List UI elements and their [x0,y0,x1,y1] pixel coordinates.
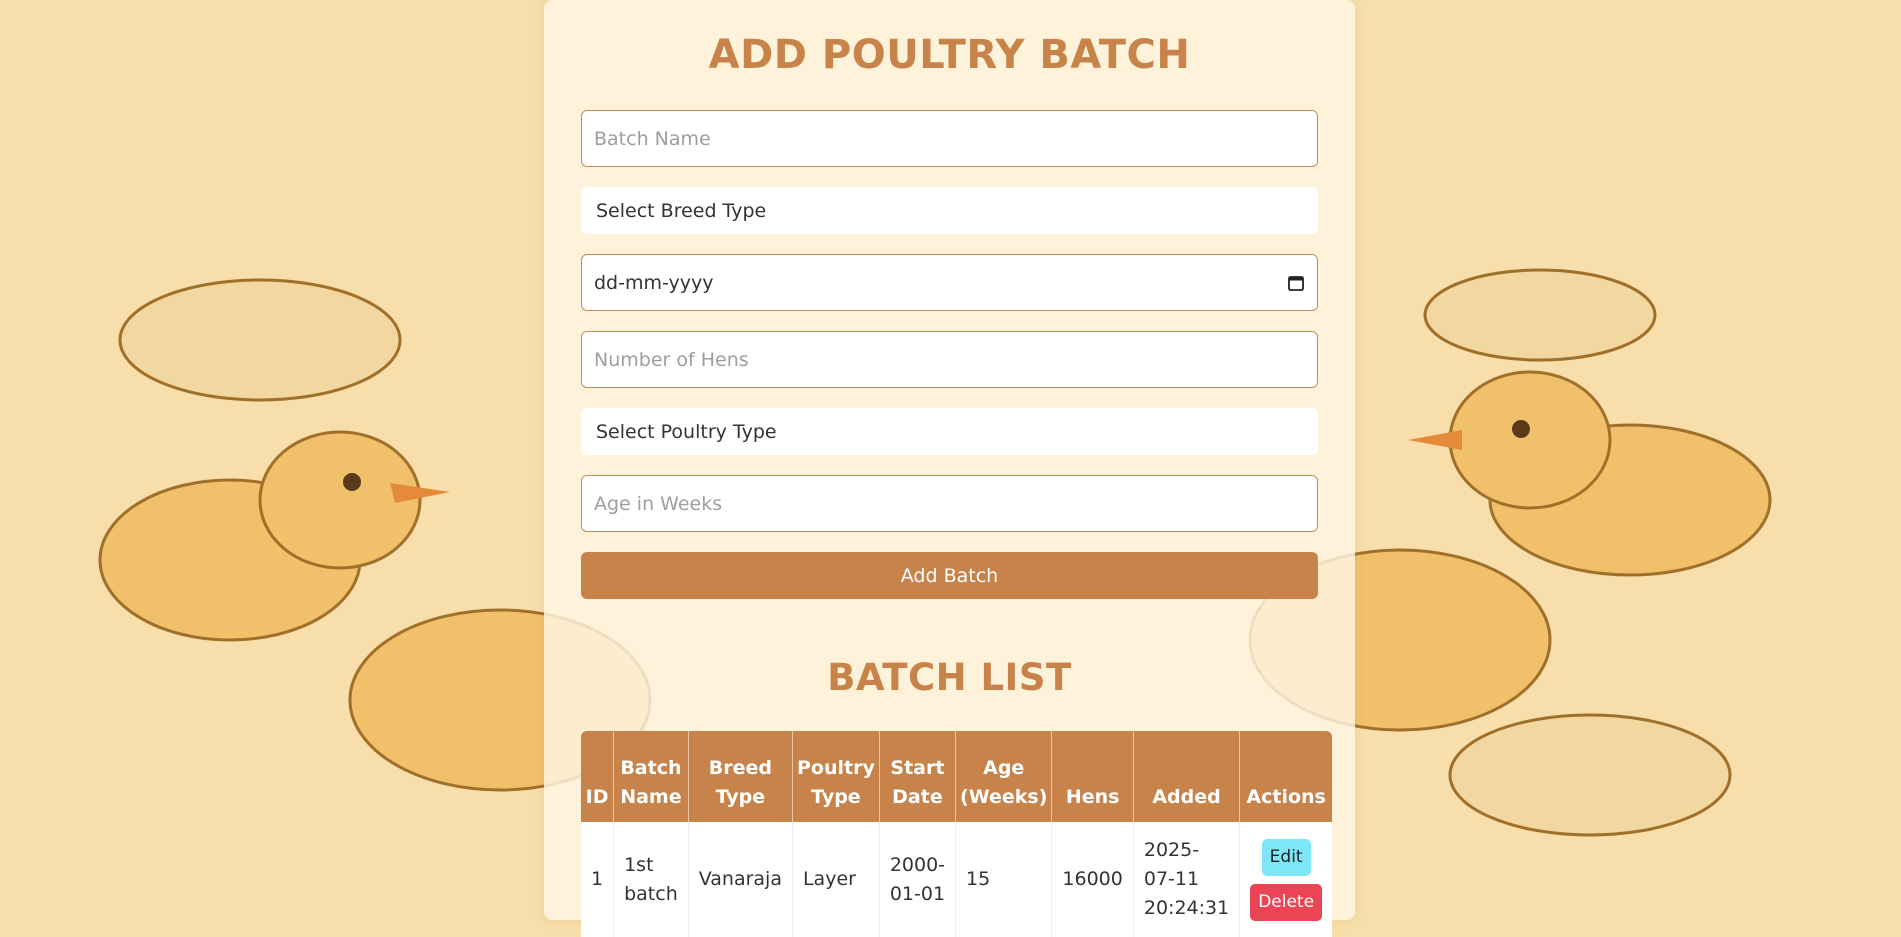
form-title: ADD POULTRY BATCH [708,32,1191,78]
column-header: Actions [1239,731,1333,822]
column-header: Hens [1051,731,1134,822]
column-header: Start Date [879,731,957,822]
calendar-icon[interactable] [1287,274,1305,292]
column-header: ID [581,731,615,822]
batch-name-input[interactable]: Batch Name [581,110,1318,167]
delete-button[interactable]: Delete [1250,883,1323,921]
number-of-hens-input[interactable]: Number of Hens [581,331,1318,388]
start-date-input[interactable]: dd-mm-yyyy [581,254,1318,311]
cell-batch-name: 1st batch [613,822,689,937]
breed-type-select[interactable]: Select Breed Type [581,187,1318,234]
cell-actions: Edit Delete [1239,822,1333,937]
batch-list-title: BATCH LIST [827,656,1072,699]
cell-poultry-type: Layer [792,822,880,937]
date-placeholder: dd-mm-yyyy [594,271,714,294]
column-header: Added [1133,731,1241,822]
cell-added: 2025-07-11 20:24:31 [1133,822,1241,937]
table-row: 1 1st batch Vanaraja Layer 2000-01-01 15… [581,822,1333,937]
cell-breed-type: Vanaraja [688,822,793,937]
table-header-row: ID Batch Name Breed Type Poultry Type St… [581,731,1333,822]
column-header: Batch Name [613,731,689,822]
cell-start-date: 2000-01-01 [879,822,957,937]
column-header: Age (Weeks) [955,731,1053,822]
cell-id: 1 [581,822,615,937]
poultry-type-select[interactable]: Select Poultry Type [581,408,1318,455]
add-batch-card: ADD POULTRY BATCH Batch Name Select Bree… [544,0,1355,937]
column-header: Breed Type [688,731,793,822]
cell-hens: 16000 [1051,822,1134,937]
add-batch-button[interactable]: Add Batch [581,552,1318,599]
age-in-weeks-input[interactable]: Age in Weeks [581,475,1318,532]
batch-table: ID Batch Name Breed Type Poultry Type St… [581,731,1333,937]
cell-age-weeks: 15 [955,822,1053,937]
column-header: Poultry Type [792,731,880,822]
edit-button[interactable]: Edit [1261,838,1311,876]
